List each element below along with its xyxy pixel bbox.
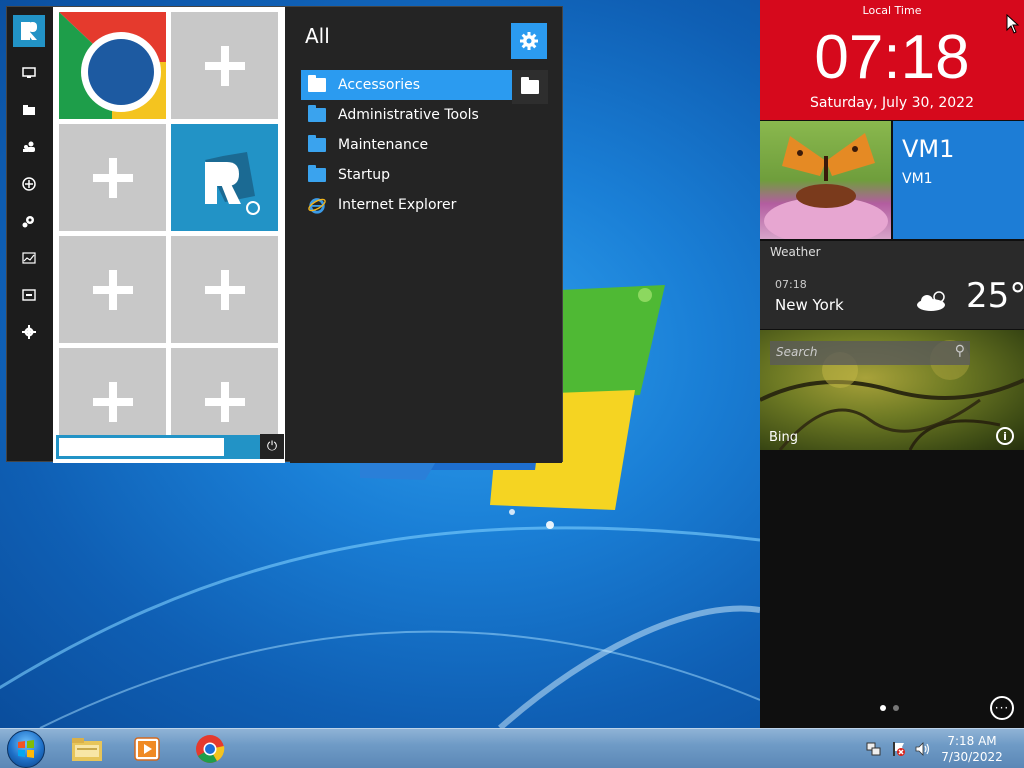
- user-subtitle: VM1: [902, 171, 933, 187]
- bing-search-box[interactable]: Search ⚲: [770, 341, 970, 365]
- taskbar-date: 7/30/2022: [941, 750, 1003, 764]
- add-tile[interactable]: [59, 236, 166, 343]
- weather-tile[interactable]: Weather 07:18 New York 25°: [760, 241, 1024, 329]
- list-item[interactable]: Internet Explorer: [301, 190, 538, 220]
- page-indicator: [880, 705, 899, 711]
- user-tile[interactable]: VM1 VM1: [893, 121, 1024, 239]
- windows-logo-icon: [18, 740, 34, 758]
- list-item-label: Accessories: [338, 77, 421, 93]
- list-item[interactable]: Accessories: [301, 70, 538, 100]
- bing-search-placeholder: Search: [776, 345, 818, 359]
- user-name: VM1: [902, 135, 955, 163]
- mouse-cursor-icon: [1006, 14, 1020, 34]
- add-tile[interactable]: [59, 124, 166, 231]
- folder-icon[interactable]: [18, 99, 40, 121]
- media-player-button[interactable]: [130, 732, 164, 766]
- start-search-input[interactable]: [59, 438, 224, 456]
- add-icon: [204, 45, 245, 86]
- ie-icon: [308, 198, 326, 214]
- file-explorer-icon: [72, 738, 102, 761]
- search-icon[interactable]: ⚲: [955, 343, 965, 359]
- file-explorer-button[interactable]: [70, 732, 104, 766]
- volume-icon[interactable]: [914, 741, 930, 760]
- media-player-icon: [134, 737, 160, 761]
- more-options-button[interactable]: ···: [990, 696, 1014, 720]
- add-icon: [204, 269, 245, 310]
- add-icon: [92, 269, 133, 310]
- power-icon: ⏻: [266, 439, 278, 454]
- list-item-label: Administrative Tools: [338, 107, 479, 123]
- butterfly-image: [764, 133, 888, 239]
- list-item-label: Internet Explorer: [338, 197, 457, 213]
- taskbar-clock[interactable]: 7:18 AM 7/30/2022: [932, 733, 1012, 765]
- action-center-icon[interactable]: [890, 741, 906, 760]
- programs-list: Accessories Administrative Tools Mainten…: [301, 70, 538, 220]
- folder-icon: [308, 135, 326, 152]
- clock-date: Saturday, July 30, 2022: [810, 95, 974, 111]
- add-icon: [204, 381, 245, 422]
- open-folder-button[interactable]: [512, 70, 548, 104]
- weather-time: 07:18: [775, 278, 807, 291]
- avatar[interactable]: [760, 121, 891, 239]
- add-icon: [92, 157, 133, 198]
- users-icon[interactable]: [18, 136, 40, 158]
- clock-caption: Local Time: [862, 4, 922, 17]
- add-icon: [92, 381, 133, 422]
- folder-icon: [308, 75, 326, 92]
- clock-tile[interactable]: Local Time 07:18 Saturday, July 30, 2022: [760, 0, 1024, 120]
- taskbar-time: 7:18 AM: [947, 734, 997, 748]
- performance-icon[interactable]: [18, 247, 40, 269]
- app-logo-icon[interactable]: [13, 15, 45, 47]
- page-dot[interactable]: [880, 705, 886, 711]
- run-icon[interactable]: [18, 284, 40, 306]
- add-tile[interactable]: [171, 236, 278, 343]
- start-sidebar: [7, 7, 53, 461]
- weather-label: Weather: [770, 245, 821, 259]
- this-pc-icon[interactable]: [18, 62, 40, 84]
- chrome-icon: [59, 12, 166, 119]
- list-item[interactable]: Maintenance: [301, 130, 538, 160]
- list-item-label: Startup: [338, 167, 390, 183]
- chrome-tile[interactable]: [59, 12, 166, 119]
- start-menu: ⚲ ⏻ All Accessories Administrative T: [6, 6, 563, 463]
- bing-label: Bing: [769, 430, 799, 445]
- chrome-taskbar-button[interactable]: [193, 732, 227, 766]
- folder-icon: [521, 77, 539, 94]
- cloudy-sun-icon: [917, 291, 945, 311]
- bing-tile[interactable]: Search ⚲ Bing i: [760, 330, 1024, 450]
- weather-city: New York: [775, 296, 844, 314]
- programs-settings-button[interactable]: [511, 23, 547, 59]
- folder-icon: [308, 105, 326, 122]
- weather-temperature: 25°: [966, 276, 1024, 316]
- chrome-icon: [196, 735, 225, 763]
- gear-icon: [520, 32, 538, 50]
- side-panel: Local Time 07:18 Saturday, July 30, 2022…: [760, 0, 1024, 728]
- programs-title: All: [305, 24, 330, 48]
- list-item[interactable]: Administrative Tools: [301, 100, 538, 130]
- app-logo-icon: [204, 151, 260, 215]
- network-icon[interactable]: [18, 173, 40, 195]
- list-item[interactable]: Startup: [301, 160, 538, 190]
- add-tile[interactable]: [171, 12, 278, 119]
- info-icon[interactable]: i: [996, 427, 1014, 445]
- taskbar: 7:18 AM 7/30/2022: [0, 728, 1024, 768]
- page-dot[interactable]: [893, 705, 899, 711]
- power-button[interactable]: ⏻: [260, 434, 284, 459]
- start-button[interactable]: [7, 730, 45, 768]
- system-tray: [866, 741, 930, 760]
- settings-icon[interactable]: [18, 321, 40, 343]
- clock-time: 07:18: [814, 23, 970, 92]
- start-search-box: ⚲: [56, 435, 279, 459]
- all-programs-panel: All Accessories Administrative Tools Mai…: [290, 7, 562, 463]
- folder-icon: [308, 165, 326, 182]
- control-panel-icon[interactable]: [18, 210, 40, 232]
- app-logo-tile[interactable]: [171, 124, 278, 231]
- list-item-label: Maintenance: [338, 137, 429, 153]
- network-icon[interactable]: [866, 741, 882, 760]
- pinned-tiles: ⚲: [53, 7, 285, 463]
